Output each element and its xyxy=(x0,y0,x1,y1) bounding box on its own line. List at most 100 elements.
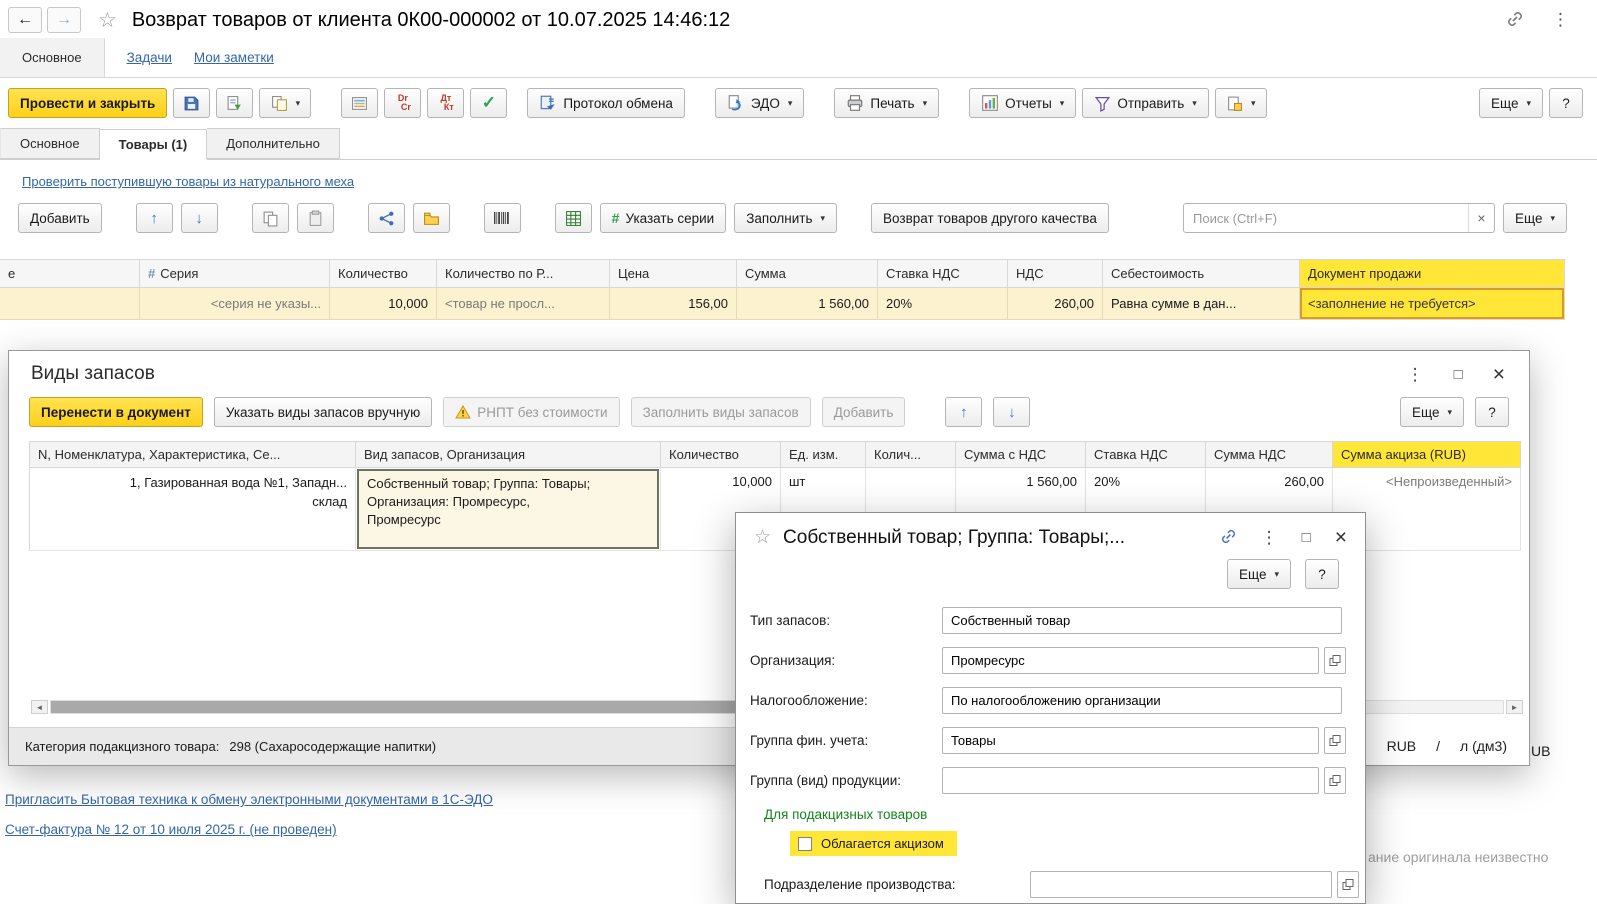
nav-link-tasks[interactable]: Задачи xyxy=(127,50,172,65)
scroll-right-arrow[interactable]: ► xyxy=(1506,700,1523,714)
specify-series-button[interactable]: # Указать серии xyxy=(599,203,727,233)
dr-cr-button[interactable]: Dr Cr xyxy=(384,88,422,118)
linked-structure-button[interactable] xyxy=(367,203,405,233)
cell-cost[interactable]: Равна сумме в дан... xyxy=(1103,288,1300,320)
edo-invite-link[interactable]: Пригласить Бытовая техника к обмену элек… xyxy=(5,792,493,807)
cell-vat-amount[interactable]: 260,00 xyxy=(1008,288,1103,320)
cell-qty[interactable]: 10,000 xyxy=(330,288,437,320)
excise-checkbox-row[interactable]: Облагается акцизом xyxy=(790,831,957,856)
column-header-series[interactable]: # Серия xyxy=(140,259,330,288)
move-row-down-button[interactable]: ↓ xyxy=(180,203,218,233)
fill-kinds-button[interactable]: Заполнить виды запасов xyxy=(630,397,811,427)
column-header-qty[interactable]: Количество xyxy=(661,441,781,468)
cell-price[interactable]: 156,00 xyxy=(610,288,737,320)
fin-group-field[interactable] xyxy=(942,727,1319,754)
column-header-price[interactable]: Цена xyxy=(610,259,737,288)
kind-help-button[interactable]: ? xyxy=(1305,559,1339,589)
dialog-more-menu-icon[interactable]: ⋮ xyxy=(1261,529,1278,546)
favorite-star-icon[interactable]: ☆ xyxy=(98,8,117,33)
dialog-more-menu-icon[interactable]: ⋮ xyxy=(1407,366,1424,383)
column-header-cost[interactable]: Себестоимость xyxy=(1103,259,1300,288)
dialog-add-button[interactable]: Добавить xyxy=(821,397,906,427)
nav-item-main[interactable]: Основное xyxy=(0,38,105,77)
close-icon[interactable]: × xyxy=(1493,364,1505,385)
print-button[interactable]: Печать ▾ xyxy=(834,88,940,118)
dialog-move-up-button[interactable]: ↑ xyxy=(945,397,983,427)
cell-blank[interactable] xyxy=(0,288,140,320)
column-header-vat[interactable]: НДС xyxy=(1008,259,1103,288)
search-input[interactable] xyxy=(1184,210,1468,226)
more-menu-icon[interactable]: ⋮ xyxy=(1552,10,1569,30)
column-header-sales-doc[interactable]: Документ продажи xyxy=(1300,259,1565,288)
post-document-button[interactable] xyxy=(216,88,254,118)
create-based-on-button[interactable]: ▾ xyxy=(259,88,312,118)
inventory-kind-selected-cell[interactable]: Собственный товар; Группа: Товары; Орган… xyxy=(357,469,659,549)
add-row-button[interactable]: Добавить xyxy=(18,203,102,233)
dialog-more-button[interactable]: Еще ▾ xyxy=(1400,397,1464,427)
edo-button[interactable]: ЭДО ▾ xyxy=(714,88,805,118)
cell-series[interactable]: <серия не указы... xyxy=(140,288,330,320)
fill-button[interactable]: Заполнить ▾ xyxy=(734,203,838,233)
scroll-left-arrow[interactable]: ◄ xyxy=(31,700,48,714)
column-header-qty2[interactable]: Колич... xyxy=(866,441,956,468)
barcode-button[interactable] xyxy=(483,203,521,233)
favorite-star-icon[interactable]: ☆ xyxy=(754,526,771,549)
production-dept-field[interactable] xyxy=(1030,871,1332,898)
manual-kinds-button[interactable]: Указать виды запасов вручную xyxy=(213,397,433,427)
fur-check-link[interactable]: Проверить поступившую товары из натураль… xyxy=(22,174,354,189)
maximize-icon[interactable]: □ xyxy=(1454,367,1463,382)
document-registers-button[interactable] xyxy=(341,88,379,118)
cell-qty-reg[interactable]: <товар не просл... xyxy=(437,288,610,320)
rnpt-no-cost-button[interactable]: РНПТ без стоимости xyxy=(443,397,620,427)
column-header-vat-rate[interactable]: Ставка НДС xyxy=(1086,441,1206,468)
more-button[interactable]: Еще ▾ xyxy=(1479,88,1543,118)
exchange-protocol-button[interactable]: Протокол обмена xyxy=(527,88,685,118)
invoice-link[interactable]: Счет-фактура № 12 от 10 июля 2025 г. (не… xyxy=(5,822,337,837)
transfer-to-document-button[interactable]: Перенести в документ xyxy=(29,397,203,427)
organization-chooser-icon[interactable] xyxy=(1324,647,1346,674)
copy-link-icon[interactable] xyxy=(1220,528,1237,547)
reports-button[interactable]: Отчеты ▾ xyxy=(969,88,1077,118)
move-row-up-button[interactable]: ↑ xyxy=(135,203,173,233)
back-button[interactable]: ← xyxy=(8,7,42,33)
kind-more-button[interactable]: Еще ▾ xyxy=(1227,559,1291,589)
column-header-amount[interactable]: Сумма xyxy=(737,259,878,288)
goods-more-button[interactable]: Еще ▾ xyxy=(1503,203,1567,233)
excise-checkbox[interactable] xyxy=(798,836,812,851)
column-header-excise[interactable]: Сумма акциза (RUB) xyxy=(1333,441,1521,468)
column-header-unit[interactable]: Ед. изм. xyxy=(781,441,866,468)
product-group-field[interactable] xyxy=(942,767,1319,794)
post-and-close-button[interactable]: Провести и закрыть xyxy=(8,88,168,118)
help-button[interactable]: ? xyxy=(1549,88,1583,118)
column-header-qty-reg[interactable]: Количество по Р... xyxy=(437,259,610,288)
attached-files-button[interactable]: ▾ xyxy=(1214,88,1267,118)
tab-main[interactable]: Основное xyxy=(0,128,100,159)
tab-goods[interactable]: Товары (1) xyxy=(99,129,208,160)
maximize-icon[interactable]: □ xyxy=(1302,530,1311,545)
copy-link-icon[interactable] xyxy=(1506,10,1524,31)
paste-row-button[interactable] xyxy=(296,203,334,233)
tab-additional[interactable]: Дополнительно xyxy=(207,128,340,159)
column-header-kind[interactable]: Вид запасов, Организация xyxy=(356,441,661,468)
product-group-chooser-icon[interactable] xyxy=(1324,767,1346,794)
cell-inventory-kind[interactable]: Собственный товар; Группа: Товары; Орган… xyxy=(356,468,661,551)
cell-amount[interactable]: 1 560,00 xyxy=(737,288,878,320)
search-clear-icon[interactable]: × xyxy=(1468,204,1494,232)
return-other-quality-button[interactable]: Возврат товаров другого качества xyxy=(871,203,1109,233)
copy-row-button[interactable] xyxy=(251,203,289,233)
cell-nomenclature[interactable]: 1, Газированная вода №1, Западн... склад xyxy=(29,468,356,551)
cell-sales-doc[interactable]: <заполнение не требуется> xyxy=(1300,288,1565,320)
organization-field[interactable] xyxy=(942,647,1319,674)
dialog-move-down-button[interactable]: ↓ xyxy=(993,397,1031,427)
save-button[interactable] xyxy=(173,88,211,118)
column-header-nomenclature[interactable]: N, Номенклатура, Характеристика, Се... xyxy=(29,441,356,468)
close-icon[interactable]: × xyxy=(1335,527,1347,548)
column-header-vat-amount[interactable]: Сумма НДС xyxy=(1206,441,1333,468)
taxation-field[interactable] xyxy=(942,687,1342,714)
production-dept-chooser-icon[interactable] xyxy=(1337,871,1359,898)
column-header-vat-rate[interactable]: Ставка НДС xyxy=(878,259,1008,288)
column-header-amount-vat[interactable]: Сумма с НДС xyxy=(956,441,1086,468)
group-folder-button[interactable] xyxy=(412,203,450,233)
cell-vat-rate[interactable]: 20% xyxy=(878,288,1008,320)
forward-button[interactable]: → xyxy=(47,7,81,33)
